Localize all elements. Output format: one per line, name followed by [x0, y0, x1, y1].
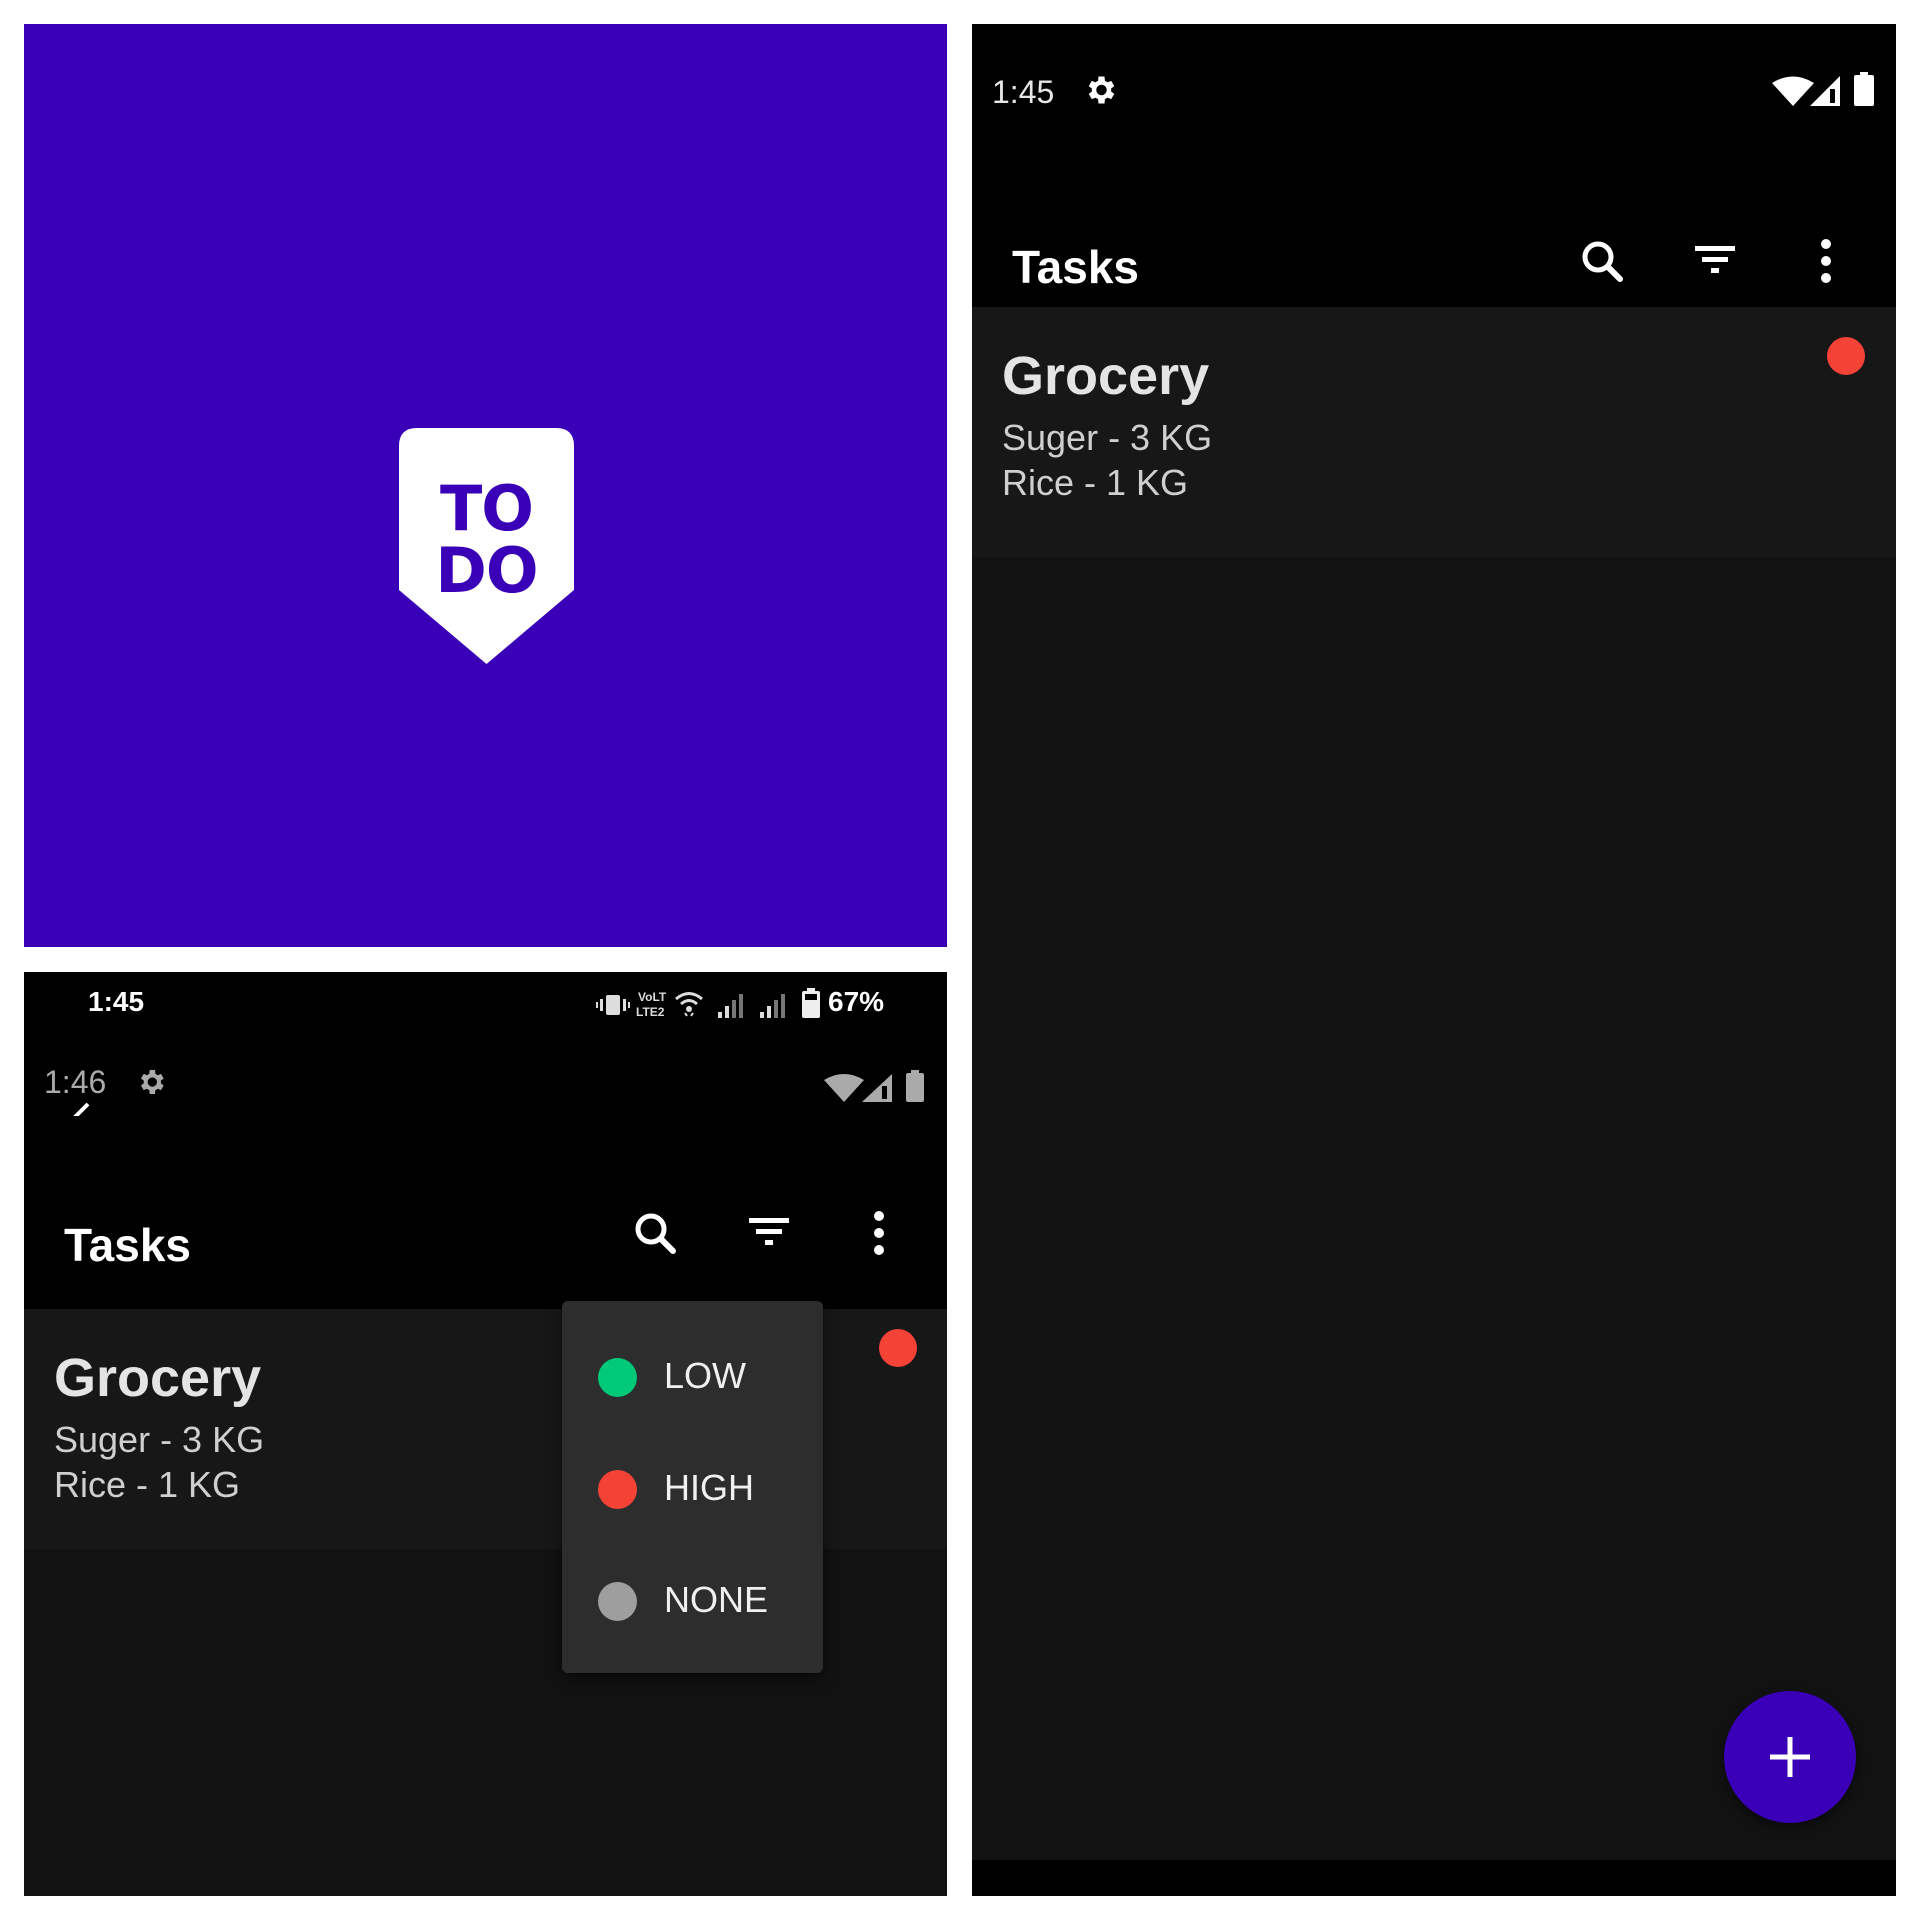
search-button[interactable] [620, 1198, 690, 1268]
todo-logo: TO DO [399, 428, 574, 664]
emulator-clock: 1:46 [44, 1064, 107, 1100]
settings-icon [135, 1066, 167, 1098]
signal-icon [862, 1074, 892, 1102]
wifi-icon [1772, 76, 1814, 106]
priority-none-dot-icon [598, 1582, 637, 1621]
task-title: Grocery [1002, 346, 1210, 406]
priority-low-dot-icon [598, 1358, 637, 1397]
status-clock: 1:45 [992, 74, 1055, 110]
wifi-icon [674, 990, 704, 1018]
wifi-icon [824, 1074, 864, 1102]
menu-item-high[interactable]: HIGH [562, 1433, 823, 1545]
task-line: Suger - 3 KG [54, 1419, 265, 1460]
menu-item-none[interactable]: NONE [562, 1545, 823, 1657]
more-options-button[interactable] [844, 1198, 914, 1268]
priority-indicator-high [1827, 337, 1865, 375]
add-icon [1770, 1737, 1810, 1777]
app-bar-title: Tasks [64, 1219, 192, 1271]
priority-filter-menu: LOW HIGH NONE [562, 1301, 823, 1673]
logo-text-line1: TO [440, 472, 534, 545]
battery-icon [1854, 72, 1874, 106]
volte-lte-icon: VoLT LTE2 [636, 989, 668, 1019]
menu-item-label: HIGH [664, 1467, 754, 1508]
more-options-button[interactable] [1791, 226, 1861, 296]
svg-text:VoLT: VoLT [638, 990, 667, 1004]
splash-screen: TO DO [24, 24, 947, 947]
priority-menu-screen: 1:45 VoLT LTE2 67% 1:46 Tasks Grocery Su… [24, 972, 947, 1896]
filter-icon [1695, 246, 1735, 273]
search-icon [1582, 241, 1623, 282]
priority-high-dot-icon [598, 1470, 637, 1509]
emulator-status-bar: 1:46 [24, 1036, 947, 1116]
device-status-bar: 1:45 VoLT LTE2 67% [24, 972, 947, 1036]
more-vert-icon [1821, 239, 1831, 283]
add-task-button[interactable] [1724, 1691, 1856, 1823]
task-line: Rice - 1 KG [54, 1464, 241, 1505]
task-line: Suger - 3 KG [1002, 417, 1213, 458]
filter-icon [749, 1218, 789, 1245]
signal-sim1-icon [718, 992, 746, 1018]
menu-item-label: LOW [664, 1355, 747, 1396]
task-line: Rice - 1 KG [1002, 462, 1189, 503]
navigation-bar [972, 1860, 1896, 1896]
app-bar-title: Tasks [1012, 241, 1140, 293]
more-vert-icon [874, 1211, 884, 1255]
task-item[interactable]: Grocery Suger - 3 KG Rice - 1 KG [972, 307, 1896, 557]
battery-percent: 67% [828, 986, 885, 1017]
battery-icon [802, 988, 820, 1018]
signal-icon [1810, 76, 1840, 106]
svg-text:LTE2: LTE2 [636, 1005, 665, 1019]
settings-icon [1082, 72, 1118, 108]
priority-indicator-high [879, 1329, 917, 1367]
vibrate-icon [596, 994, 630, 1016]
app-bar: Tasks [24, 1116, 947, 1309]
search-button[interactable] [1567, 226, 1637, 296]
task-title: Grocery [54, 1348, 262, 1408]
task-list-screen: 1:45 Tasks Grocery Suger - 3 KG Rice - 1… [972, 24, 1896, 1896]
menu-item-low[interactable]: LOW [562, 1321, 823, 1433]
filter-button[interactable] [734, 1198, 804, 1268]
app-bar: Tasks [972, 164, 1896, 307]
filter-button[interactable] [1680, 226, 1750, 296]
status-bar: 1:45 [972, 24, 1896, 164]
menu-item-label: NONE [664, 1579, 769, 1620]
battery-icon [906, 1070, 924, 1102]
signal-sim2-icon [760, 992, 788, 1018]
search-icon [635, 1213, 676, 1254]
logo-text-line2: DO [435, 534, 538, 607]
device-clock: 1:45 [88, 986, 145, 1017]
